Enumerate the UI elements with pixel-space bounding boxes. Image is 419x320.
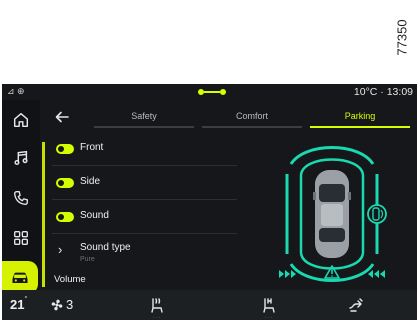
sound-type-label: Sound type [80, 242, 131, 253]
temperature-unit: ° [24, 296, 28, 303]
status-right: 10°C · 13:09 [354, 86, 413, 98]
apps-grid-icon[interactable] [2, 222, 40, 254]
seat-heating-level-dots: ··· [152, 315, 162, 320]
tab-comfort[interactable]: Comfort [202, 106, 302, 128]
temperature-value: 21 [10, 297, 25, 312]
car-top-view-icon [313, 170, 351, 258]
airflow-icon[interactable] [347, 296, 365, 314]
climate-temperature[interactable]: 21° [10, 296, 28, 312]
sound-type-row[interactable]: › Sound type Pure [52, 238, 237, 270]
tab-label: Safety [131, 111, 157, 121]
fan-icon [51, 299, 63, 310]
settings-tabs: Safety Comfort Parking [94, 106, 412, 132]
sound-label: Sound [80, 210, 109, 221]
tab-label: Comfort [235, 111, 268, 121]
front-sensor-row[interactable]: Front [52, 136, 237, 166]
status-indicator-icon [198, 87, 232, 97]
phone-icon[interactable] [2, 182, 40, 214]
music-icon[interactable] [2, 142, 40, 174]
tab-safety[interactable]: Safety [94, 106, 194, 128]
side-sensor-icon[interactable] [367, 204, 387, 224]
seat-ventilation-icon[interactable] [260, 296, 278, 314]
seat-ventilation-level-dots: ··· [264, 315, 274, 320]
scroll-indicator[interactable] [42, 142, 45, 287]
seat-heating-icon[interactable] [148, 296, 166, 314]
status-separator: · [380, 86, 384, 98]
status-bar: ⊿ ⊕ 10°C · 13:09 [2, 84, 417, 100]
tab-parking[interactable]: Parking [310, 106, 410, 128]
side-toggle[interactable] [56, 178, 74, 188]
nav-rail [2, 100, 40, 294]
status-temperature: 10°C [353, 86, 378, 98]
side-label: Side [80, 176, 101, 187]
parking-sensor-view [279, 146, 387, 282]
sound-row[interactable]: Sound [52, 204, 237, 234]
infotainment-screen: ⊿ ⊕ 10°C · 13:09 Safety Comfort Parking … [2, 84, 417, 320]
side-sensor-row[interactable]: Side [52, 170, 237, 200]
volume-label: Volume [54, 274, 86, 285]
reference-id: 77350 [394, 18, 410, 56]
fan-level: 3 [66, 297, 74, 312]
tab-label: Parking [344, 111, 376, 121]
status-signal-icon: ⊿ ⊕ [7, 86, 25, 96]
climate-bar: 21° 3 ··· ··· [2, 290, 417, 320]
chevron-right-icon: › [58, 242, 63, 257]
fan-speed[interactable]: 3 [50, 297, 73, 312]
status-time: 13:09 [386, 86, 413, 98]
back-arrow-icon[interactable] [54, 110, 70, 124]
sound-type-value: Pure [80, 256, 95, 263]
arrows-right-icon [279, 270, 296, 278]
front-label: Front [80, 142, 104, 153]
sound-toggle[interactable] [56, 212, 74, 222]
arrows-left-icon [368, 270, 385, 278]
front-toggle[interactable] [56, 144, 74, 154]
home-icon[interactable] [2, 104, 40, 136]
